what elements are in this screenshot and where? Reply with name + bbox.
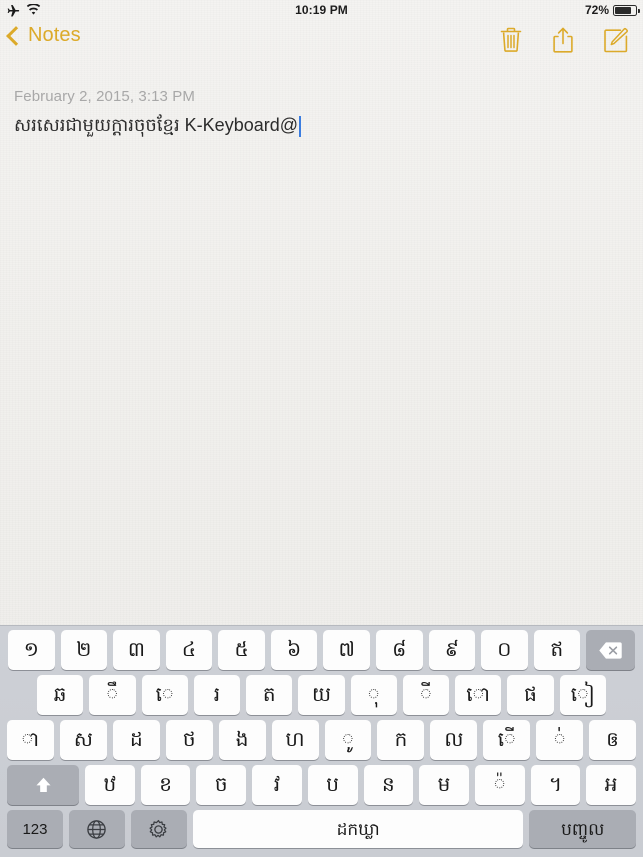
key-khmer-1[interactable]: ១ bbox=[8, 630, 55, 670]
backspace-key[interactable] bbox=[586, 630, 636, 670]
gear-icon bbox=[148, 819, 169, 840]
key-khmer-2[interactable]: ២ bbox=[60, 630, 108, 670]
navigation-actions bbox=[499, 26, 629, 54]
compose-icon[interactable] bbox=[603, 27, 629, 54]
note-text-editor[interactable]: សរសេរជាមួយក្ដារចុចខ្មែរ K-Keyboard@ bbox=[14, 113, 302, 140]
key-khmer-aov[interactable]: ឲ bbox=[589, 720, 637, 760]
keyboard-row-4: ឋ ខ ច វ ប ន ម ៉ ។ ឣ bbox=[0, 765, 643, 805]
battery-fill bbox=[615, 6, 631, 14]
key-khmer-5[interactable]: ៥ bbox=[218, 630, 265, 670]
keyboard-row-3: ា ស ដ ថ ង ហ ូ ក ល ើ ់ ឲ bbox=[0, 720, 643, 760]
key-khmer-vowel-ie[interactable]: ៀ bbox=[559, 675, 606, 715]
key-khmer-khan[interactable]: ។ bbox=[530, 765, 581, 805]
key-khmer-0[interactable]: ០ bbox=[481, 630, 528, 670]
key-khmer-ta[interactable]: ត bbox=[246, 675, 293, 715]
key-khmer-4[interactable]: ៤ bbox=[165, 630, 213, 670]
key-khmer-vowel-ao[interactable]: ោ bbox=[455, 675, 502, 715]
keyboard-bottom-row: 123 ដកឃ្លា បញ្ចូល bbox=[0, 810, 643, 848]
key-khmer-ei[interactable]: ឥ bbox=[533, 630, 581, 670]
key-khmer-ngo[interactable]: ង bbox=[218, 720, 266, 760]
key-khmer-ro[interactable]: រ bbox=[193, 675, 241, 715]
key-khmer-yo[interactable]: យ bbox=[298, 675, 345, 715]
key-khmer-lo[interactable]: ល bbox=[430, 720, 478, 760]
key-khmer-tha[interactable]: ថ bbox=[165, 720, 213, 760]
back-to-notes-button[interactable]: Notes bbox=[6, 24, 81, 47]
key-khmer-8[interactable]: ៨ bbox=[375, 630, 423, 670]
status-bar: 10:19 PM 72% bbox=[0, 0, 643, 20]
keyboard-settings-key[interactable] bbox=[130, 810, 187, 848]
status-bar-time: 10:19 PM bbox=[295, 3, 348, 17]
globe-icon bbox=[86, 819, 107, 840]
key-khmer-da[interactable]: ដ bbox=[112, 720, 160, 760]
key-khmer-musikatoan[interactable]: ៉ bbox=[474, 765, 525, 805]
chevron-left-icon bbox=[6, 26, 26, 46]
note-text: សរសេរជាមួយក្ដារចុចខ្មែរ K-Keyboard@ bbox=[14, 115, 299, 135]
shift-key[interactable] bbox=[7, 765, 80, 805]
note-timestamp: February 2, 2015, 3:13 PM bbox=[14, 88, 195, 105]
key-khmer-ha[interactable]: ហ bbox=[271, 720, 319, 760]
key-khmer-qa[interactable]: ឣ bbox=[586, 765, 636, 805]
key-khmer-kha[interactable]: ខ bbox=[140, 765, 191, 805]
key-khmer-vowel-ii[interactable]: ី bbox=[402, 675, 450, 715]
return-key[interactable]: បញ្ចូល bbox=[529, 810, 636, 848]
key-khmer-mo[interactable]: ម bbox=[419, 765, 469, 805]
key-khmer-no[interactable]: ន bbox=[363, 765, 414, 805]
share-icon[interactable] bbox=[551, 26, 575, 54]
text-caret bbox=[299, 116, 302, 137]
key-khmer-bantoc[interactable]: ់ bbox=[536, 720, 584, 760]
back-button-label: Notes bbox=[28, 24, 81, 46]
key-khmer-3[interactable]: ៣ bbox=[113, 630, 160, 670]
key-khmer-vowel-y[interactable]: ឹ bbox=[89, 675, 136, 715]
key-khmer-vowel-uu[interactable]: ូ bbox=[324, 720, 372, 760]
keyboard-row-1: ១ ២ ៣ ៤ ៥ ៦ ៧ ៨ ៩ ០ ឥ bbox=[0, 630, 643, 670]
key-khmer-pha[interactable]: ផ bbox=[507, 675, 554, 715]
space-key[interactable]: ដកឃ្លា bbox=[192, 810, 524, 848]
key-khmer-7[interactable]: ៧ bbox=[323, 630, 370, 670]
key-khmer-ba[interactable]: ប bbox=[307, 765, 358, 805]
khmer-onscreen-keyboard: ១ ២ ៣ ៤ ៥ ៦ ៧ ៨ ៩ ០ ឥ ឆ ឹ េ រ ត យ ុ ី ោ … bbox=[0, 625, 643, 857]
trash-icon[interactable] bbox=[499, 26, 523, 54]
numbers-key[interactable]: 123 bbox=[7, 810, 63, 848]
key-khmer-6[interactable]: ៦ bbox=[270, 630, 318, 670]
key-khmer-vowel-u[interactable]: ុ bbox=[350, 675, 397, 715]
navigation-bar: Notes bbox=[0, 20, 643, 62]
status-bar-right: 72% bbox=[584, 3, 640, 17]
key-khmer-vowel-aa[interactable]: ា bbox=[7, 720, 54, 760]
key-khmer-vowel-e[interactable]: េ bbox=[141, 675, 188, 715]
key-khmer-cha2[interactable]: ច bbox=[196, 765, 247, 805]
battery-percent-label: 72% bbox=[584, 3, 609, 17]
key-khmer-cha[interactable]: ឆ bbox=[37, 675, 84, 715]
key-khmer-ttha[interactable]: ឋ bbox=[85, 765, 135, 805]
battery-icon bbox=[613, 4, 640, 16]
keyboard-row-2: ឆ ឹ េ រ ត យ ុ ី ោ ផ ៀ bbox=[0, 675, 643, 715]
key-khmer-sa[interactable]: ស bbox=[59, 720, 107, 760]
ios-notes-screen: 10:19 PM 72% Notes February 2, 2015, 3:1… bbox=[0, 0, 643, 857]
globe-key[interactable] bbox=[68, 810, 125, 848]
key-khmer-9[interactable]: ៩ bbox=[428, 630, 476, 670]
key-khmer-ka[interactable]: ក bbox=[377, 720, 425, 760]
key-khmer-vo[interactable]: វ bbox=[252, 765, 302, 805]
note-content-area[interactable]: February 2, 2015, 3:13 PM សរសេរជាមួយក្ដា… bbox=[0, 62, 643, 620]
key-khmer-vowel-ae[interactable]: ើ bbox=[483, 720, 531, 760]
